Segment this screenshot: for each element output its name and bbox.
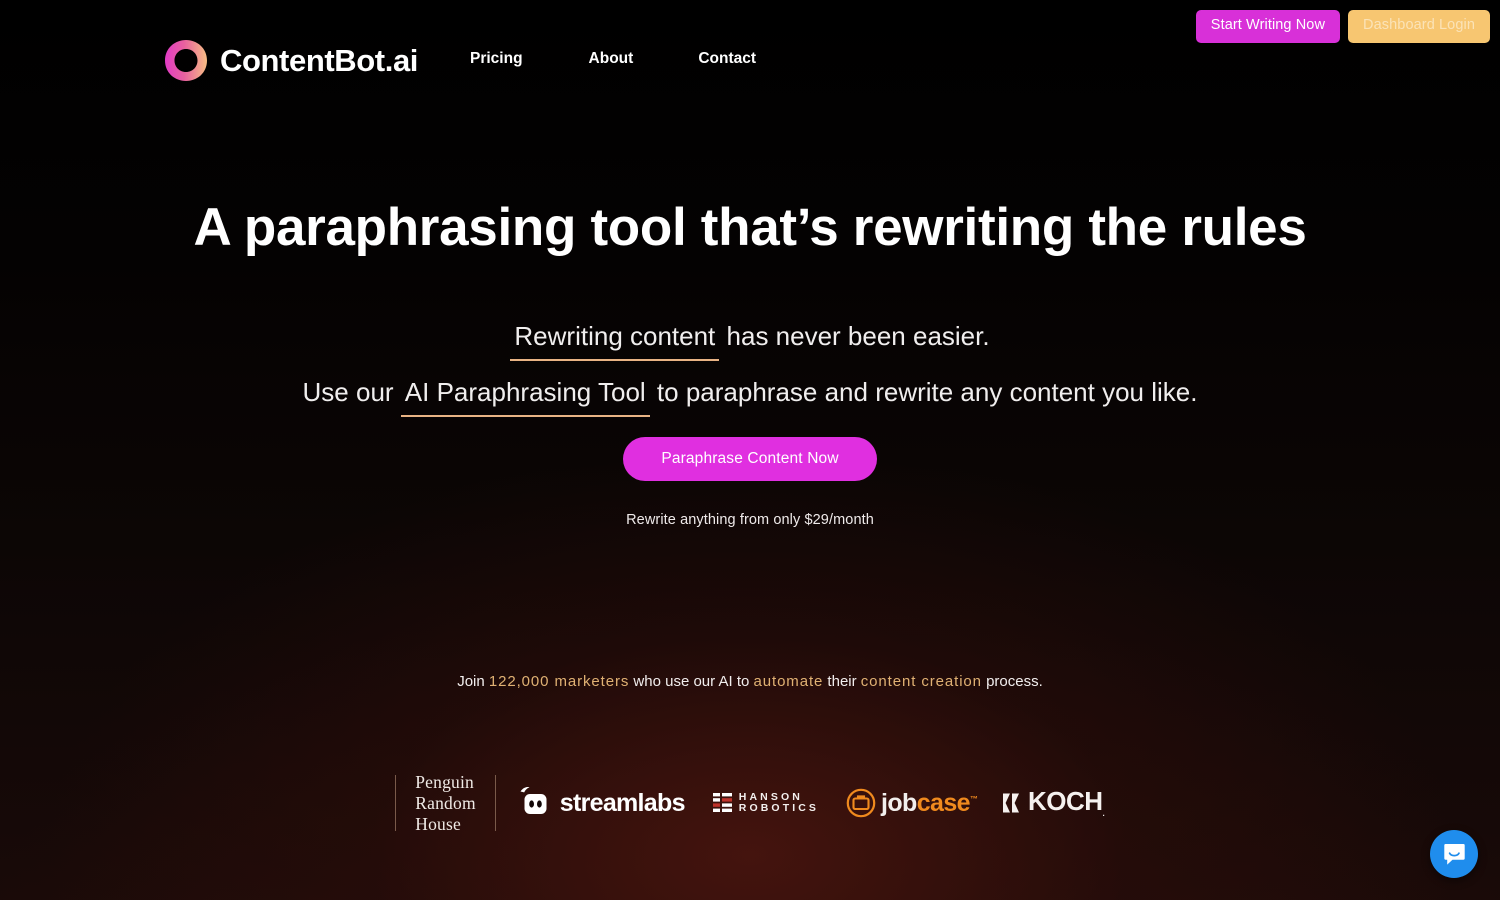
- logo-streamlabs: streamlabs: [518, 786, 685, 820]
- hero-subheading-line-1: Rewriting content has never been easier.: [0, 320, 1500, 361]
- hanson-robotics-wordmark: HANSON ROBOTICS: [739, 792, 819, 814]
- jobcase-icon: [846, 788, 876, 818]
- chat-launcher-button[interactable]: [1430, 830, 1478, 878]
- koch-wordmark: KOCH.: [1028, 788, 1105, 818]
- automate-keyword: automate: [753, 673, 824, 690]
- hero-subheading-line-2: Use our AI Paraphrasing Tool to paraphra…: [0, 376, 1500, 417]
- koch-trademark: .: [1102, 809, 1105, 819]
- start-writing-now-button[interactable]: Start Writing Now: [1195, 10, 1341, 43]
- koch-text: KOCH: [1027, 786, 1103, 817]
- brand-logo-link[interactable]: ContentBot.ai: [163, 38, 418, 83]
- brand-name: ContentBot.ai: [220, 43, 418, 78]
- hanson-robotics-icon: [712, 792, 732, 812]
- logo-jobcase: jobcase™: [846, 788, 978, 818]
- prh-line-2: Random: [415, 792, 476, 813]
- streamlabs-wordmark: streamlabs: [559, 788, 686, 817]
- jobcase-part-case: case: [916, 788, 971, 817]
- koch-chevron-icon: [1002, 793, 1019, 813]
- dashboard-login-button[interactable]: Dashboard Login: [1348, 10, 1490, 43]
- nav-item-pricing[interactable]: Pricing: [470, 50, 523, 68]
- hero-sub2-before: Use our: [302, 377, 401, 407]
- hero-sub1-rest: has never been easier.: [719, 321, 990, 351]
- nav-item-about[interactable]: About: [589, 50, 634, 68]
- prh-line-1: Penguin: [415, 772, 475, 792]
- content-creation-keyword: content creation: [860, 673, 982, 690]
- jobcase-trademark: ™: [969, 794, 978, 804]
- chat-bubble-icon: [1443, 843, 1465, 865]
- logo-hanson-robotics: HANSON ROBOTICS: [712, 792, 819, 814]
- social-proof-mid-1: who use our AI to: [629, 673, 754, 690]
- logo-koch: KOCH.: [1002, 788, 1105, 818]
- hero-sub2-after: to paraphrase and rewrite any content yo…: [649, 377, 1198, 407]
- social-proof-text: Join 122,000 marketers who use our AI to…: [0, 673, 1500, 690]
- client-logo-strip: Penguin Random House streamlabs HANSON R…: [0, 772, 1500, 834]
- join-word: Join: [457, 673, 489, 690]
- jobcase-wordmark: jobcase™: [881, 788, 978, 817]
- nav-item-contact[interactable]: Contact: [698, 50, 756, 68]
- contentbot-ring-icon: [165, 40, 207, 81]
- price-note: Rewrite anything from only $29/month: [626, 511, 874, 528]
- header-actions: Start Writing Now Dashboard Login: [1195, 10, 1490, 43]
- prh-line-3: House: [415, 813, 461, 834]
- hero-cta-wrapper: Paraphrase Content Now: [0, 437, 1500, 482]
- marketer-count: 122,000 marketers: [488, 673, 630, 690]
- paraphrase-content-now-button[interactable]: Paraphrase Content Now: [623, 437, 877, 482]
- logo-penguin-random-house: Penguin Random House: [396, 772, 495, 834]
- highlight-ai-paraphrasing-tool: AI Paraphrasing Tool: [400, 376, 650, 417]
- social-proof-mid-2: their: [823, 673, 861, 690]
- page-root: Start Writing Now Dashboard Login Conten…: [0, 0, 1500, 900]
- social-proof-tail: process.: [981, 673, 1043, 690]
- hanson-line-2: ROBOTICS: [738, 802, 820, 815]
- page-title: A paraphrasing tool that’s rewriting the…: [193, 198, 1307, 257]
- highlight-rewriting-content: Rewriting content: [510, 320, 720, 361]
- primary-nav: Pricing About Contact: [470, 50, 756, 68]
- jobcase-part-job: job: [881, 788, 917, 817]
- logo-divider-right: [494, 775, 496, 832]
- streamlabs-icon: [520, 787, 547, 815]
